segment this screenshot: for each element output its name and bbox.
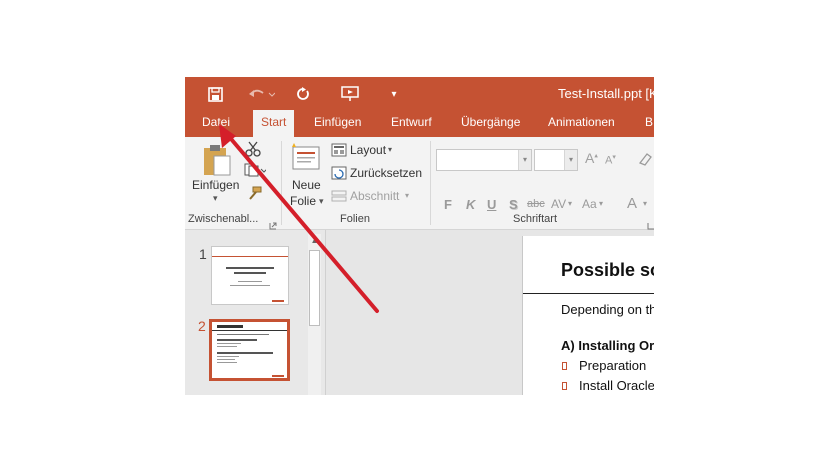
current-slide[interactable]: Possible so Depending on th A) Installin… bbox=[522, 236, 654, 395]
tab-uebergaenge[interactable]: Übergänge bbox=[461, 110, 520, 137]
chevron-down-icon[interactable]: ▾ bbox=[564, 150, 577, 170]
undo-icon[interactable] bbox=[245, 83, 277, 105]
italic-button[interactable]: K bbox=[466, 197, 475, 212]
document-title: Test-Install.ppt [K bbox=[558, 86, 654, 101]
group-separator bbox=[281, 141, 282, 225]
group-separator bbox=[430, 141, 431, 225]
tab-more[interactable]: B bbox=[645, 110, 653, 137]
chevron-down-icon[interactable]: ▾ bbox=[599, 199, 603, 208]
tab-entwurf[interactable]: Entwurf bbox=[391, 110, 432, 137]
format-painter-icon[interactable] bbox=[246, 186, 262, 206]
slide-thumbnail-pane: 1 2 bbox=[185, 230, 326, 395]
chevron-down-icon[interactable]: ▾ bbox=[643, 199, 647, 208]
paste-dropdown-icon[interactable]: ▾ bbox=[213, 193, 218, 204]
chevron-up-icon[interactable]: ▲ bbox=[308, 234, 321, 248]
change-case-button[interactable]: Aa bbox=[582, 197, 597, 211]
section-icon bbox=[331, 189, 347, 208]
title-rule bbox=[523, 293, 654, 294]
section-dropdown-icon: ▾ bbox=[405, 191, 410, 200]
slide-thumbnail-2[interactable] bbox=[209, 319, 290, 381]
reset-button[interactable]: Zurücksetzen bbox=[350, 166, 422, 180]
font-color-button[interactable]: A bbox=[627, 195, 637, 212]
tab-datei[interactable]: Datei bbox=[202, 110, 230, 137]
shrink-font-icon[interactable]: A▾ bbox=[605, 153, 616, 167]
tab-einfuegen[interactable]: Einfügen bbox=[314, 110, 361, 137]
font-size-combo[interactable]: ▾ bbox=[534, 149, 578, 171]
bold-button[interactable]: F bbox=[444, 197, 452, 212]
shadow-button[interactable]: S bbox=[509, 197, 518, 212]
tab-start[interactable]: Start bbox=[253, 110, 295, 137]
underline-button[interactable]: U bbox=[487, 197, 496, 212]
paste-icon[interactable] bbox=[202, 143, 232, 182]
layout-button[interactable]: Layout bbox=[350, 143, 386, 157]
font-group-label: Schriftart bbox=[513, 213, 558, 225]
new-slide-dropdown[interactable]: Folie bbox=[290, 194, 316, 208]
redo-icon[interactable] bbox=[293, 83, 313, 105]
start-from-beginning-icon[interactable] bbox=[339, 83, 361, 105]
layout-icon[interactable] bbox=[331, 143, 347, 162]
paste-button[interactable]: Einfügen bbox=[192, 178, 239, 192]
new-slide-icon[interactable] bbox=[291, 143, 321, 176]
reset-icon[interactable] bbox=[331, 166, 347, 185]
strikethrough-button[interactable]: abc bbox=[527, 198, 545, 210]
character-spacing-button[interactable]: AV bbox=[551, 197, 566, 211]
font-family-combo[interactable]: ▾ bbox=[436, 149, 532, 171]
ribbon-tabs: Datei Start Einfügen Entwurf Übergänge A… bbox=[185, 110, 654, 137]
slide-bullet[interactable]: Install Oracle bbox=[579, 378, 654, 393]
section-button: Abschnitt bbox=[350, 189, 400, 203]
thumbnail-scrollbar[interactable]: ▲ bbox=[308, 234, 321, 395]
clear-formatting-icon[interactable] bbox=[637, 151, 653, 172]
customize-qat-icon[interactable]: ▾ bbox=[387, 83, 401, 105]
new-slide-dropdown-icon[interactable]: ▾ bbox=[319, 196, 324, 207]
ribbon: Einfügen ▾ Zwischenabl... Neue Folie ▾ L… bbox=[185, 137, 654, 230]
copy-icon[interactable] bbox=[244, 163, 268, 182]
slides-group-label: Folien bbox=[340, 213, 370, 225]
clipboard-group-label: Zwischenabl... bbox=[188, 213, 259, 225]
powerpoint-window: ▾ Test-Install.ppt [K Datei Start Einfüg… bbox=[185, 77, 654, 395]
slide-title[interactable]: Possible so bbox=[561, 260, 654, 281]
layout-dropdown-icon[interactable]: ▾ bbox=[388, 145, 392, 154]
slide-number: 2 bbox=[198, 318, 206, 334]
bullet-icon bbox=[562, 382, 567, 390]
cut-icon[interactable] bbox=[245, 141, 261, 162]
slide-section-heading[interactable]: A) Installing Or bbox=[561, 338, 654, 353]
scrollbar-thumb[interactable] bbox=[309, 250, 320, 326]
slide-number: 1 bbox=[199, 246, 207, 262]
slide-subtitle[interactable]: Depending on th bbox=[561, 302, 654, 317]
grow-font-icon[interactable]: A▴ bbox=[585, 150, 598, 166]
slide-thumbnail-1[interactable] bbox=[211, 246, 289, 305]
chevron-down-icon[interactable]: ▾ bbox=[518, 150, 531, 170]
tab-animationen[interactable]: Animationen bbox=[548, 110, 615, 137]
new-slide-button[interactable]: Neue bbox=[292, 178, 321, 192]
bullet-icon bbox=[562, 362, 567, 370]
chevron-down-icon[interactable]: ▾ bbox=[568, 199, 572, 208]
slide-bullet[interactable]: Preparation bbox=[579, 358, 646, 373]
save-icon[interactable] bbox=[205, 83, 225, 105]
title-bar: ▾ Test-Install.ppt [K bbox=[185, 77, 654, 110]
